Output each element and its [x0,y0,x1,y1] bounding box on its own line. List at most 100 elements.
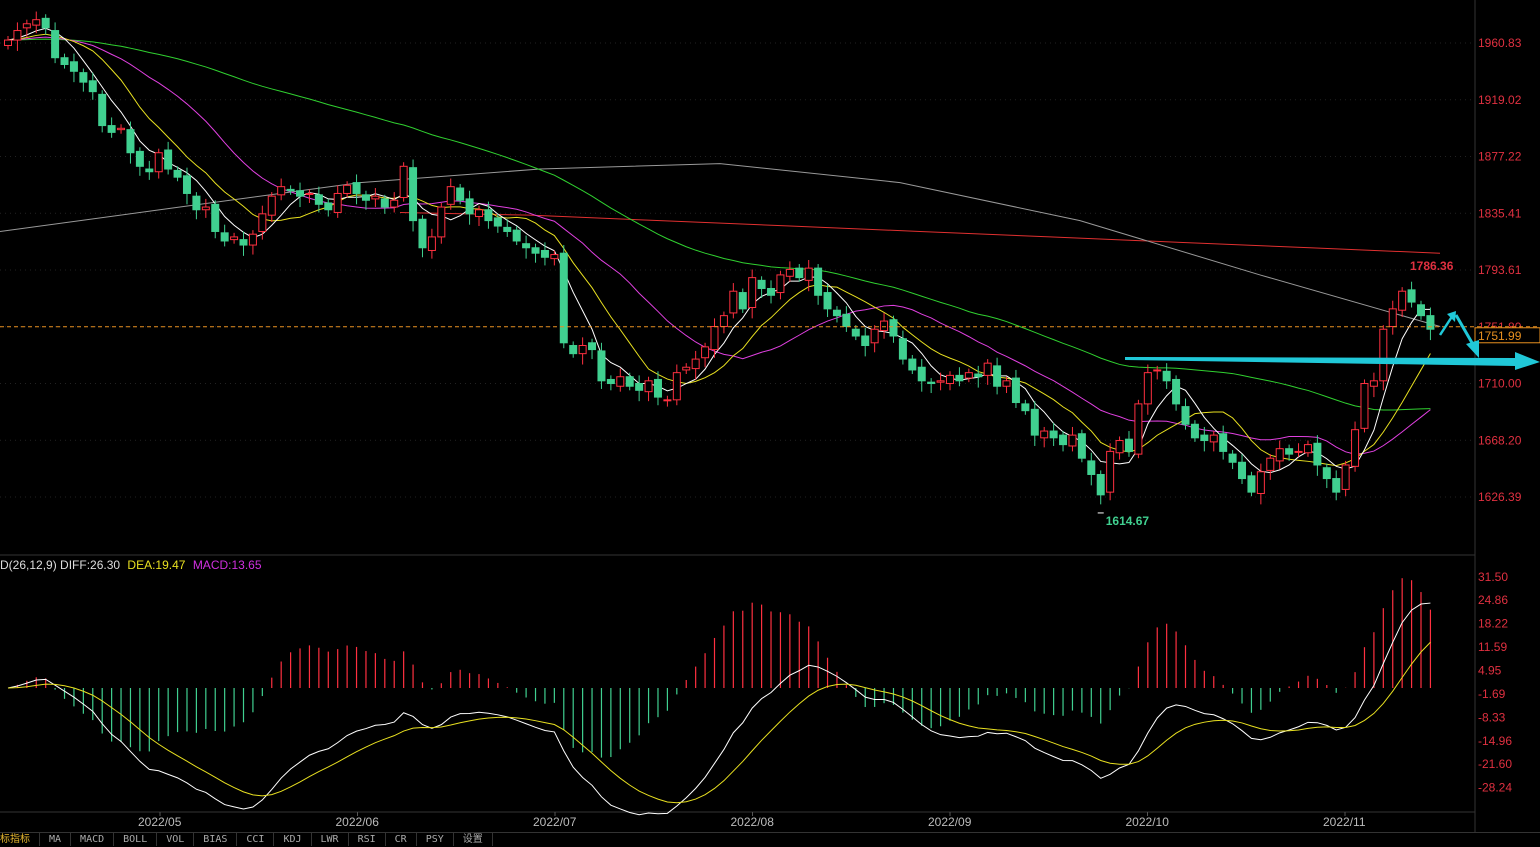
current-price-text: 1751.99 [1478,329,1522,343]
candle-body [512,229,521,242]
tab-4[interactable]: VOL [157,833,195,846]
candle-body [352,182,361,194]
candle-body [1351,429,1360,467]
candle-body [1068,434,1077,447]
candle-body [719,315,728,328]
candle-body [1134,403,1143,455]
macd-legend: D(26,12,9) DIFF:26.30 DEA:19.47 MACD:13.… [0,558,262,572]
price-tick: 1877.22 [1478,150,1522,164]
dea-line [7,641,1431,804]
candle-body [1417,304,1425,317]
tab-5[interactable]: BIAS [194,833,238,846]
candle-body [1209,434,1218,443]
candle-body [296,190,305,197]
tab-1[interactable]: MA [40,833,72,846]
candle-body [851,328,860,337]
candle-body [767,287,776,296]
candle-body [569,345,578,355]
candle-body [361,194,370,201]
candle-body [427,236,436,251]
month-label: 2022/07 [533,815,577,829]
candle-body [653,378,662,398]
candle-body [380,198,389,208]
candle-body [861,335,870,347]
macd-tick: 18.22 [1478,617,1508,631]
down-arrow-head [1466,340,1479,358]
candle-body [1341,464,1350,490]
candle-body [1011,377,1020,404]
tab-9[interactable]: RSI [349,833,386,846]
candle-body [691,358,700,370]
candle-body [305,192,314,195]
tab-2[interactable]: MACD [71,833,115,846]
candle-body [1002,380,1011,387]
candle-body [964,372,973,379]
candle-body [182,175,191,194]
candle-body [201,206,210,211]
tab-10[interactable]: CR [386,833,417,846]
candle-body [41,17,50,29]
candle-body [1322,467,1331,480]
candle-body [531,247,540,254]
candle-body [1162,370,1171,382]
candle-body [126,129,135,154]
month-label: 2022/05 [138,815,182,829]
tab-11[interactable]: PSY [417,833,454,846]
tab-12[interactable]: 设置 [454,833,493,846]
candle-body [1106,450,1115,493]
candle-body [1247,475,1256,493]
month-label: 2022/09 [928,815,972,829]
candle-body [192,195,201,211]
candle-body [277,186,286,196]
candle-body [173,169,182,178]
candle-body [814,267,823,296]
candle-body [1256,471,1265,494]
tab-6[interactable]: CCI [237,833,275,846]
candle-body [974,373,983,378]
candle-body [88,80,97,93]
candle-body [927,381,936,385]
candle-body [1124,438,1133,452]
price-tick: 1710.00 [1478,377,1522,391]
candle-body [588,342,597,351]
candle-body [286,188,295,192]
tab-7[interactable]: KDJ [274,833,312,846]
candle-body [117,127,126,131]
candle-body [870,328,879,344]
macd-value: MACD:13.65 [192,558,262,572]
candle-body [267,195,276,216]
candle-body [60,57,69,65]
candle-body [1266,457,1275,471]
candle-body [1228,453,1237,463]
macd-tick: 11.59 [1478,640,1507,654]
candle-body [635,383,644,391]
candle-body [606,378,615,385]
candle-body [1398,290,1407,311]
tab-8[interactable]: LWR [312,833,349,846]
candle-body [955,374,964,382]
macd-params: D(26,12,9) [0,558,57,572]
candle-body [1379,328,1388,382]
candle-body [1332,478,1341,493]
candle-body [135,150,144,167]
candle-body [324,202,333,211]
candle-body [1143,372,1152,405]
tab-0[interactable]: 标指标 [0,833,40,846]
candle-body [522,243,531,249]
candle-body [239,239,248,246]
candle-body [993,365,1002,387]
candle-body [484,209,493,222]
price-tick: 1626.39 [1478,490,1522,504]
month-label: 2022/06 [336,815,380,829]
macd-tick: -1.69 [1478,687,1506,701]
candle-body [1172,378,1181,405]
candle-body [343,184,352,194]
candle-body [908,358,917,371]
candle-body [1115,440,1124,454]
price-tick: 1835.41 [1478,206,1522,220]
candle-body [729,290,738,314]
candle-body [1407,289,1416,303]
candle-body [898,338,907,360]
candle-body [616,376,625,387]
tab-3[interactable]: BOLL [114,833,158,846]
